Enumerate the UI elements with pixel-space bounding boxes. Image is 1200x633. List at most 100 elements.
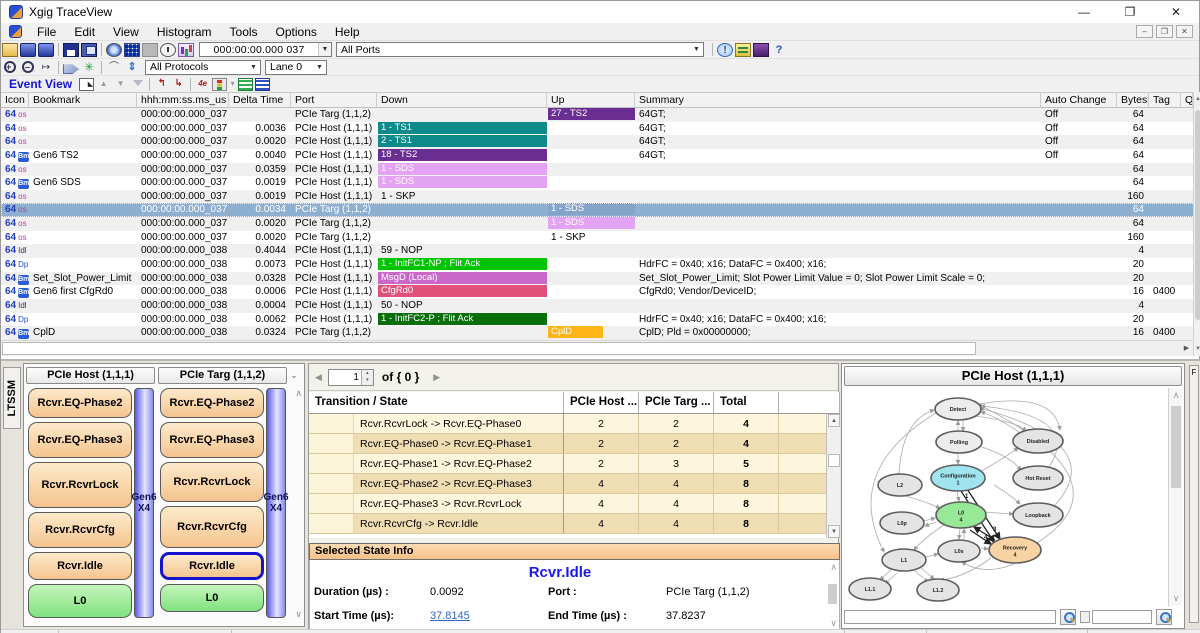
filter-icon[interactable] bbox=[130, 78, 145, 91]
menu-options[interactable]: Options bbox=[267, 25, 326, 39]
col-pcie-targ[interactable]: PCIe Targ ... bbox=[639, 392, 714, 413]
pager-spinner[interactable]: 1 ▴▾ bbox=[328, 369, 374, 386]
table-row[interactable]: 64os000:00:00.000_0370.0020PCIe Host (1,… bbox=[1, 135, 1200, 149]
scroll-down-icon[interactable]: ▼ bbox=[1194, 342, 1200, 356]
table-row[interactable]: 64BmSet_Slot_Power_Limit000:00:00.000_03… bbox=[1, 272, 1200, 286]
ltssm-targ-header[interactable]: PCIe Targ (1,1,2) bbox=[158, 367, 287, 384]
diagram-vscrollbar[interactable]: ∧ ∨ bbox=[1168, 388, 1182, 606]
collapsed-panel-tab[interactable]: F bbox=[1189, 365, 1199, 623]
ltssm-state-rcvr-rcvrlock[interactable]: Rcvr.RcvrLock bbox=[160, 462, 264, 502]
zoom-out-icon[interactable] bbox=[20, 60, 36, 74]
state-node-l1-2[interactable]: L1.2 bbox=[917, 579, 959, 601]
state-node-l0s[interactable]: L0s bbox=[938, 540, 980, 562]
child-close-button[interactable]: ✕ bbox=[1176, 25, 1193, 38]
select-cursor-icon[interactable] bbox=[79, 78, 94, 91]
col-qu[interactable]: Qu bbox=[1181, 93, 1193, 107]
state-node-detect[interactable]: Detect bbox=[935, 398, 981, 420]
col-time[interactable]: hhh:mm:ss.ms_us bbox=[137, 93, 229, 107]
diagram-zoom-slider-track[interactable] bbox=[1092, 610, 1152, 624]
col-bytes[interactable]: Bytes bbox=[1117, 93, 1149, 107]
event-table-vscrollbar[interactable]: ▲ ▼ bbox=[1193, 92, 1200, 356]
col-total[interactable]: Total bbox=[714, 392, 779, 413]
col-pcie-host[interactable]: PCIe Host ... bbox=[564, 392, 639, 413]
info-icon[interactable]: ! bbox=[717, 43, 733, 57]
table-row[interactable]: 64os000:00:00.000_0370.0359PCIe Host (1,… bbox=[1, 163, 1200, 177]
open-trace-icon[interactable] bbox=[2, 43, 18, 57]
ltssm-state-rcvr-rcvrcfg[interactable]: Rcvr.RcvrCfg bbox=[28, 512, 132, 548]
statistics-icon[interactable] bbox=[178, 43, 194, 57]
tag-icon[interactable] bbox=[63, 60, 79, 74]
diagram-scroll-down-icon[interactable]: ∨ bbox=[1169, 593, 1183, 604]
child-minimize-button[interactable]: – bbox=[1136, 25, 1153, 38]
ltssm-scroll-up-icon[interactable]: ∧ bbox=[295, 388, 302, 399]
table-row[interactable]: 64Dp000:00:00.000_0380.0073PCIe Host (1,… bbox=[1, 258, 1200, 272]
ltssm-state-rcvr-idle[interactable]: Rcvr.Idle bbox=[28, 552, 132, 580]
col-autochange[interactable]: Auto Change bbox=[1041, 93, 1117, 107]
table-row[interactable]: 64os000:00:00.000_037PCIe Targ (1,1,2)27… bbox=[1, 108, 1200, 122]
state-node-polling[interactable]: Polling bbox=[936, 431, 982, 453]
ltssm-state-l0[interactable]: L0 bbox=[28, 584, 132, 618]
diagram-zoom-out-icon[interactable] bbox=[1060, 609, 1076, 625]
table-row[interactable]: 64os000:00:00.000_0370.0036PCIe Host (1,… bbox=[1, 122, 1200, 136]
notes-icon[interactable] bbox=[735, 43, 751, 57]
pager-prev-icon[interactable]: ◀ bbox=[309, 372, 328, 383]
spinner-up-icon[interactable]: ▴ bbox=[362, 370, 373, 378]
ports-dropdown-arrow-icon[interactable]: ▼ bbox=[690, 43, 703, 56]
state-node-l0[interactable]: L04 bbox=[936, 502, 986, 528]
col-bookmark[interactable]: Bookmark bbox=[29, 93, 137, 107]
hscroll-thumb[interactable] bbox=[2, 342, 976, 355]
table-row[interactable]: 64BmGen6 TS2000:00:00.000_0370.0040PCIe … bbox=[1, 149, 1200, 163]
table-row[interactable]: 64BmGen6 first CfgRd0000:00:00.000_0380.… bbox=[1, 285, 1200, 299]
state-node-l1-1[interactable]: L1.1 bbox=[849, 578, 891, 600]
error-nav-icon[interactable]: 4e bbox=[195, 78, 210, 91]
time-value[interactable]: 000:00:00.000 037 bbox=[200, 44, 318, 56]
state-node-recovery[interactable]: Recovery4 bbox=[989, 537, 1041, 563]
pager-next-icon[interactable]: ▶ bbox=[427, 372, 446, 383]
diagram-scroll-up-icon[interactable]: ∧ bbox=[1169, 390, 1183, 401]
ltssm-state-rcvr-rcvrlock[interactable]: Rcvr.RcvrLock bbox=[28, 462, 132, 508]
diagram-port-header[interactable]: PCIe Host (1,1,1) bbox=[844, 366, 1182, 386]
ssi-scroll-thumb[interactable] bbox=[828, 584, 837, 604]
capture-settings-icon[interactable] bbox=[106, 43, 122, 57]
goto-next-icon[interactable]: ↳ bbox=[171, 78, 186, 91]
scroll-right-icon[interactable]: ▶ bbox=[1180, 342, 1193, 355]
menu-histogram[interactable]: Histogram bbox=[148, 25, 221, 39]
timer-icon[interactable] bbox=[160, 43, 176, 57]
import-trace-icon[interactable] bbox=[20, 43, 36, 57]
pager-value[interactable]: 1 bbox=[329, 370, 361, 385]
green-grid-icon[interactable] bbox=[238, 78, 253, 91]
col-icon[interactable]: Icon bbox=[1, 93, 29, 107]
transition-vscrollbar[interactable]: ▲ ▼ bbox=[826, 414, 840, 538]
diagram-hscroll-track[interactable] bbox=[844, 610, 1056, 624]
col-delta[interactable]: Delta Time bbox=[229, 93, 291, 107]
close-button[interactable]: ✕ bbox=[1153, 1, 1199, 23]
menu-view[interactable]: View bbox=[104, 25, 148, 39]
ltssm-state-rcvr-eq-phase3[interactable]: Rcvr.EQ-Phase3 bbox=[160, 422, 264, 458]
transition-scroll-down-icon[interactable]: ▼ bbox=[828, 525, 840, 538]
col-down[interactable]: Down bbox=[377, 93, 547, 107]
blue-grid-icon[interactable] bbox=[255, 78, 270, 91]
table-row[interactable]: 64Idl000:00:00.000_0380.4044PCIe Host (1… bbox=[1, 244, 1200, 258]
child-restore-button[interactable]: ❐ bbox=[1156, 25, 1173, 38]
state-node-l1[interactable]: L1 bbox=[882, 549, 926, 571]
state-node-configuration[interactable]: Configuration1 bbox=[931, 465, 985, 491]
ltssm-scroll-down-icon[interactable]: ∨ bbox=[295, 609, 302, 620]
state-node-disabled[interactable]: Disabled bbox=[1013, 429, 1063, 453]
state-node-l2[interactable]: L2 bbox=[878, 474, 922, 496]
transition-row[interactable]: Rcvr.EQ-Phase3 -> Rcvr.RcvrLock448 bbox=[309, 494, 840, 514]
col-port[interactable]: Port bbox=[291, 93, 377, 107]
table-row[interactable]: 64Dp000:00:00.000_0380.0062PCIe Host (1,… bbox=[1, 313, 1200, 327]
table-row[interactable]: 64os000:00:00.000_0370.0034PCIe Targ (1,… bbox=[1, 203, 1200, 217]
transition-scroll-thumb[interactable] bbox=[828, 454, 840, 467]
col-tag[interactable]: Tag bbox=[1149, 93, 1181, 107]
start-time-link[interactable]: 37.8145 bbox=[430, 610, 470, 622]
ssi-scroll-down-icon[interactable]: ∨ bbox=[830, 618, 837, 629]
menu-tools[interactable]: Tools bbox=[221, 25, 267, 39]
prev-event-icon[interactable]: ▲ bbox=[96, 78, 111, 91]
menu-help[interactable]: Help bbox=[326, 25, 369, 39]
ltssm-dropdown-icon[interactable]: ⌄ bbox=[287, 368, 301, 383]
event-table-hscrollbar[interactable]: ▶ bbox=[1, 340, 1193, 356]
diagram-zoom-in-icon[interactable] bbox=[1156, 609, 1172, 625]
transition-scroll-up-icon[interactable]: ▲ bbox=[828, 414, 840, 427]
transition-row[interactable]: Rcvr.EQ-Phase2 -> Rcvr.EQ-Phase3448 bbox=[309, 474, 840, 494]
